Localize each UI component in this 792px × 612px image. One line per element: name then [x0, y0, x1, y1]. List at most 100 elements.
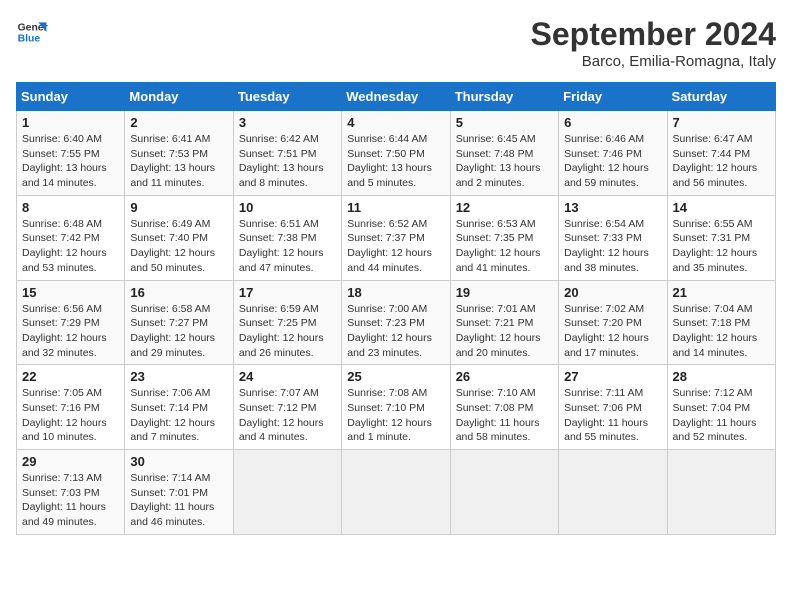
- svg-text:Blue: Blue: [18, 34, 41, 45]
- day-number: 20: [564, 285, 661, 300]
- day-info: Sunrise: 6:55 AM Sunset: 7:31 PM Dayligh…: [673, 217, 770, 276]
- calendar-cell: 4Sunrise: 6:44 AM Sunset: 7:50 PM Daylig…: [342, 111, 450, 196]
- day-number: 30: [130, 454, 227, 469]
- calendar-cell: 21 Sunrise: 7:04 AM Sunset: 7:18 PM Dayli…: [667, 280, 775, 365]
- col-thursday: Thursday: [450, 83, 558, 111]
- day-info: Sunrise: 6:48 AM Sunset: 7:42 PM Dayligh…: [22, 217, 119, 276]
- calendar-cell: 10Sunrise: 6:51 AM Sunset: 7:38 PM Dayli…: [233, 195, 341, 280]
- day-number: 13: [564, 200, 661, 215]
- day-info: Sunrise: 7:04 AM Sunset: 7:18 PM Dayligh…: [673, 302, 770, 361]
- calendar-cell: 9Sunrise: 6:49 AM Sunset: 7:40 PM Daylig…: [125, 195, 233, 280]
- day-info: Sunrise: 6:54 AM Sunset: 7:33 PM Dayligh…: [564, 217, 661, 276]
- calendar-cell: 2 Sunrise: 6:41 AM Sunset: 7:53 PM Daylig…: [125, 111, 233, 196]
- day-number: 24: [239, 369, 336, 384]
- day-number: 15: [22, 285, 119, 300]
- day-info: Sunrise: 7:01 AM Sunset: 7:21 PM Dayligh…: [456, 302, 553, 361]
- col-tuesday: Tuesday: [233, 83, 341, 111]
- day-info: Sunrise: 7:14 AM Sunset: 7:01 PM Dayligh…: [130, 471, 227, 530]
- day-number: 16: [130, 285, 227, 300]
- day-number: 21: [673, 285, 770, 300]
- calendar-week-row: 29 Sunrise: 7:13 AM Sunset: 7:03 PM Dayli…: [17, 450, 776, 535]
- calendar-cell: 14 Sunrise: 6:55 AM Sunset: 7:31 PM Dayli…: [667, 195, 775, 280]
- day-number: 27: [564, 369, 661, 384]
- day-number: 23: [130, 369, 227, 384]
- calendar-cell: [559, 450, 667, 535]
- calendar-cell: 18 Sunrise: 7:00 AM Sunset: 7:23 PM Dayli…: [342, 280, 450, 365]
- calendar-week-row: 1Sunrise: 6:40 AM Sunset: 7:55 PM Daylig…: [17, 111, 776, 196]
- calendar-cell: 24 Sunrise: 7:07 AM Sunset: 7:12 PM Dayli…: [233, 365, 341, 450]
- calendar-cell: 13 Sunrise: 6:54 AM Sunset: 7:33 PM Dayli…: [559, 195, 667, 280]
- day-info: Sunrise: 6:41 AM Sunset: 7:53 PM Dayligh…: [130, 132, 227, 191]
- day-number: 2: [130, 115, 227, 130]
- day-number: 6: [564, 115, 661, 130]
- day-number: 5: [456, 115, 553, 130]
- calendar-cell: [233, 450, 341, 535]
- day-info: Sunrise: 7:11 AM Sunset: 7:06 PM Dayligh…: [564, 386, 661, 445]
- calendar-week-row: 8 Sunrise: 6:48 AM Sunset: 7:42 PM Daylig…: [17, 195, 776, 280]
- logo-icon: General Blue: [16, 16, 48, 48]
- day-number: 14: [673, 200, 770, 215]
- month-title: September 2024: [531, 16, 776, 53]
- day-info: Sunrise: 7:02 AM Sunset: 7:20 PM Dayligh…: [564, 302, 661, 361]
- day-info: Sunrise: 6:42 AM Sunset: 7:51 PM Dayligh…: [239, 132, 336, 191]
- calendar-cell: [667, 450, 775, 535]
- day-number: 29: [22, 454, 119, 469]
- calendar-cell: 20 Sunrise: 7:02 AM Sunset: 7:20 PM Dayli…: [559, 280, 667, 365]
- day-number: 10: [239, 200, 336, 215]
- calendar-cell: 23 Sunrise: 7:06 AM Sunset: 7:14 PM Dayli…: [125, 365, 233, 450]
- title-area: September 2024 Barco, Emilia-Romagna, It…: [531, 16, 776, 70]
- col-wednesday: Wednesday: [342, 83, 450, 111]
- day-number: 17: [239, 285, 336, 300]
- day-number: 12: [456, 200, 553, 215]
- days-header-row: Sunday Monday Tuesday Wednesday Thursday…: [17, 83, 776, 111]
- day-number: 1: [22, 115, 119, 130]
- calendar-cell: 12 Sunrise: 6:53 AM Sunset: 7:35 PM Dayli…: [450, 195, 558, 280]
- calendar-cell: 1Sunrise: 6:40 AM Sunset: 7:55 PM Daylig…: [17, 111, 125, 196]
- calendar-week-row: 15Sunrise: 6:56 AM Sunset: 7:29 PM Dayli…: [17, 280, 776, 365]
- calendar-week-row: 22 Sunrise: 7:05 AM Sunset: 7:16 PM Dayli…: [17, 365, 776, 450]
- day-info: Sunrise: 7:13 AM Sunset: 7:03 PM Dayligh…: [22, 471, 119, 530]
- calendar-cell: 17Sunrise: 6:59 AM Sunset: 7:25 PM Dayli…: [233, 280, 341, 365]
- day-info: Sunrise: 6:49 AM Sunset: 7:40 PM Dayligh…: [130, 217, 227, 276]
- day-info: Sunrise: 7:05 AM Sunset: 7:16 PM Dayligh…: [22, 386, 119, 445]
- calendar-cell: 26 Sunrise: 7:10 AM Sunset: 7:08 PM Dayli…: [450, 365, 558, 450]
- day-info: Sunrise: 7:08 AM Sunset: 7:10 PM Dayligh…: [347, 386, 444, 445]
- day-info: Sunrise: 7:10 AM Sunset: 7:08 PM Dayligh…: [456, 386, 553, 445]
- calendar-cell: 7Sunrise: 6:47 AM Sunset: 7:44 PM Daylig…: [667, 111, 775, 196]
- day-info: Sunrise: 7:00 AM Sunset: 7:23 PM Dayligh…: [347, 302, 444, 361]
- page-header: General Blue September 2024 Barco, Emili…: [16, 16, 776, 70]
- day-info: Sunrise: 6:58 AM Sunset: 7:27 PM Dayligh…: [130, 302, 227, 361]
- calendar-cell: 11 Sunrise: 6:52 AM Sunset: 7:37 PM Dayli…: [342, 195, 450, 280]
- day-number: 11: [347, 200, 444, 215]
- day-info: Sunrise: 6:47 AM Sunset: 7:44 PM Dayligh…: [673, 132, 770, 191]
- logo: General Blue: [16, 16, 48, 48]
- day-info: Sunrise: 7:12 AM Sunset: 7:04 PM Dayligh…: [673, 386, 770, 445]
- day-number: 18: [347, 285, 444, 300]
- calendar-cell: [450, 450, 558, 535]
- day-info: Sunrise: 7:07 AM Sunset: 7:12 PM Dayligh…: [239, 386, 336, 445]
- day-info: Sunrise: 6:53 AM Sunset: 7:35 PM Dayligh…: [456, 217, 553, 276]
- day-number: 22: [22, 369, 119, 384]
- calendar-cell: 3Sunrise: 6:42 AM Sunset: 7:51 PM Daylig…: [233, 111, 341, 196]
- calendar-cell: 5 Sunrise: 6:45 AM Sunset: 7:48 PM Daylig…: [450, 111, 558, 196]
- location-subtitle: Barco, Emilia-Romagna, Italy: [531, 53, 776, 70]
- day-info: Sunrise: 7:06 AM Sunset: 7:14 PM Dayligh…: [130, 386, 227, 445]
- calendar-cell: 15Sunrise: 6:56 AM Sunset: 7:29 PM Dayli…: [17, 280, 125, 365]
- calendar-cell: 6 Sunrise: 6:46 AM Sunset: 7:46 PM Daylig…: [559, 111, 667, 196]
- calendar-cell: 22 Sunrise: 7:05 AM Sunset: 7:16 PM Dayli…: [17, 365, 125, 450]
- day-info: Sunrise: 6:46 AM Sunset: 7:46 PM Dayligh…: [564, 132, 661, 191]
- day-info: Sunrise: 6:52 AM Sunset: 7:37 PM Dayligh…: [347, 217, 444, 276]
- calendar-cell: 28Sunrise: 7:12 AM Sunset: 7:04 PM Dayli…: [667, 365, 775, 450]
- day-number: 19: [456, 285, 553, 300]
- day-number: 25: [347, 369, 444, 384]
- col-friday: Friday: [559, 83, 667, 111]
- day-info: Sunrise: 6:45 AM Sunset: 7:48 PM Dayligh…: [456, 132, 553, 191]
- day-number: 8: [22, 200, 119, 215]
- calendar-cell: 25 Sunrise: 7:08 AM Sunset: 7:10 PM Dayli…: [342, 365, 450, 450]
- col-monday: Monday: [125, 83, 233, 111]
- day-info: Sunrise: 6:44 AM Sunset: 7:50 PM Dayligh…: [347, 132, 444, 191]
- day-number: 26: [456, 369, 553, 384]
- calendar-cell: 19 Sunrise: 7:01 AM Sunset: 7:21 PM Dayli…: [450, 280, 558, 365]
- calendar-cell: 8 Sunrise: 6:48 AM Sunset: 7:42 PM Daylig…: [17, 195, 125, 280]
- calendar-cell: 30 Sunrise: 7:14 AM Sunset: 7:01 PM Dayli…: [125, 450, 233, 535]
